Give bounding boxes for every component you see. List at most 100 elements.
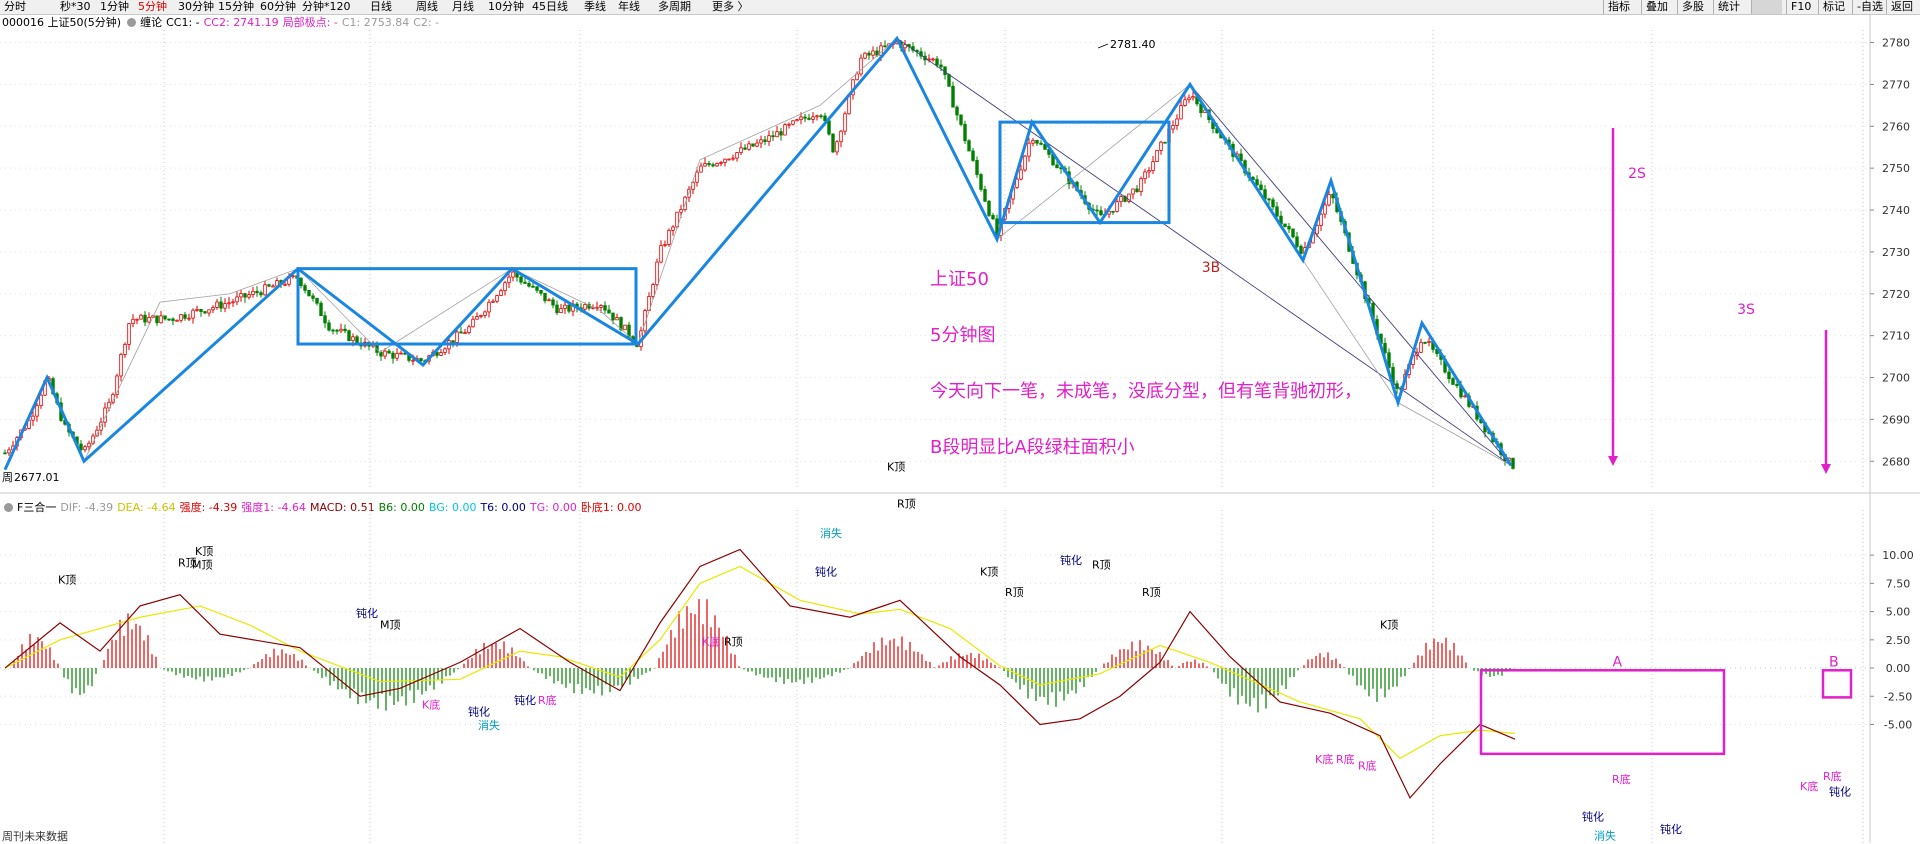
candle-body-247 (991, 215, 995, 220)
candle-body-285 (1143, 171, 1147, 180)
high-price-label: 2781.40 (1110, 38, 1156, 51)
candle-body-149 (599, 305, 603, 308)
signal-label-18: R顶 (1005, 586, 1024, 599)
candle-body-74 (299, 277, 303, 286)
chart-canvas[interactable]: 3B2S3S2781.40周 2677.01 K顶R顶K顶M顶钝化M顶K底钝化消失… (0, 0, 1920, 843)
candle-body-215 (863, 52, 867, 59)
candle-body-256 (1027, 142, 1031, 157)
candle-body-88 (355, 336, 359, 344)
candle-body-53 (215, 301, 219, 308)
candle-body-232 (931, 58, 935, 61)
candle-body-295 (1183, 99, 1187, 106)
annotation-title: 上证50 (930, 269, 989, 290)
dea-line (4, 565, 1516, 760)
candle-body-188 (755, 142, 759, 147)
candle-body-58 (235, 296, 239, 303)
candle-body-155 (623, 324, 627, 331)
candle-body-189 (759, 139, 763, 144)
candle-body-135 (543, 292, 547, 302)
candle-body-318 (1275, 206, 1279, 217)
main-axis-label-8: 2760 (1882, 120, 1910, 133)
candle-body-322 (1291, 228, 1295, 238)
candle-body-85 (343, 328, 347, 332)
candle-body-377 (1511, 457, 1515, 469)
candle-body-246 (987, 200, 991, 216)
main-axis-label-3: 2710 (1882, 330, 1910, 343)
signal-label-4: 钝化 (356, 606, 378, 620)
signal-label-10: R底 (538, 693, 557, 707)
main-axis-label-0: 2680 (1882, 455, 1910, 468)
signal-label-15: K顶 (887, 460, 905, 473)
candle-body-82 (331, 329, 335, 332)
candle-body-83 (335, 329, 339, 332)
candle-body-194 (779, 131, 783, 136)
candle-body-282 (1131, 188, 1135, 195)
candle-body-9 (39, 394, 43, 407)
candle-body-32 (131, 318, 135, 325)
candle-body-45 (183, 314, 187, 319)
candle-body-199 (799, 116, 803, 121)
sub-axis-label-0: -5.00 (1884, 718, 1912, 731)
candle-body-65 (263, 284, 267, 296)
candle-body-177 (711, 164, 715, 167)
sub-axis-label-2: 0.00 (1886, 662, 1911, 675)
label-3s: 3S (1737, 302, 1755, 318)
candle-body-30 (123, 343, 127, 355)
candle-body-355 (1423, 341, 1427, 344)
signal-label-24: R底 (1336, 752, 1355, 766)
candle-body-124 (499, 290, 503, 296)
candle-body-118 (475, 316, 479, 320)
candle-body-114 (459, 331, 463, 334)
candle-body-286 (1147, 170, 1151, 173)
candle-body-78 (315, 297, 319, 304)
annotation-line2: B段明显比A段绿柱面积小 (930, 437, 1135, 458)
candle-body-200 (803, 116, 807, 119)
candle-body-317 (1271, 199, 1275, 208)
candle-body-59 (239, 293, 243, 298)
candle-body-51 (207, 309, 211, 314)
candle-body-166 (667, 229, 671, 245)
signal-label-32: K底 (1800, 779, 1818, 793)
candle-body-137 (551, 299, 555, 306)
candle-body-258 (1035, 140, 1039, 144)
candle-body-193 (775, 131, 779, 138)
box-b (1821, 669, 1853, 699)
signal-label-20: R顶 (1092, 559, 1111, 572)
candle-body-50 (203, 311, 207, 314)
candle-body-236 (947, 74, 951, 87)
candle-body-121 (487, 301, 491, 313)
candle-body-292 (1171, 125, 1175, 130)
signal-label-21: R顶 (1142, 586, 1161, 599)
candle-body-290 (1163, 141, 1167, 144)
annotation-subtitle: 5分钟图 (930, 325, 996, 346)
candle-body-174 (699, 165, 703, 173)
candle-body-64 (259, 292, 263, 296)
candle-body-52 (211, 307, 215, 311)
signal-label-8: 消失 (478, 718, 500, 732)
candle-body-131 (527, 283, 531, 287)
candle-body-36 (147, 317, 151, 323)
signal-label-27: 消失 (1594, 829, 1616, 843)
signal-label-6: K底 (422, 698, 440, 712)
candle-body-187 (751, 143, 755, 147)
arrow-3s-head (1821, 464, 1831, 474)
signal-label-14: 钝化 (815, 564, 837, 578)
signal-label-11: K底 (702, 634, 720, 648)
candle-body-204 (819, 115, 823, 118)
candle-body-95 (383, 350, 387, 357)
sub-axis-label-4: 5.00 (1886, 606, 1911, 619)
footer-label: 周刊未来数据 (2, 830, 68, 843)
candle-body-257 (1031, 140, 1035, 144)
candle-body-123 (495, 295, 499, 302)
candle-body-263 (1055, 164, 1059, 169)
candle-body-238 (955, 106, 959, 116)
candle-body-277 (1111, 210, 1115, 213)
main-axis-label-10: 2780 (1882, 37, 1910, 50)
candle-body-75 (303, 285, 307, 291)
candle-body-198 (795, 119, 799, 122)
main-axis-label-2: 2700 (1882, 372, 1910, 385)
candle-body-331 (1327, 194, 1331, 206)
signal-label-9: 钝化 (514, 693, 536, 707)
candle-body-185 (743, 147, 747, 150)
candle-body-278 (1115, 201, 1119, 212)
